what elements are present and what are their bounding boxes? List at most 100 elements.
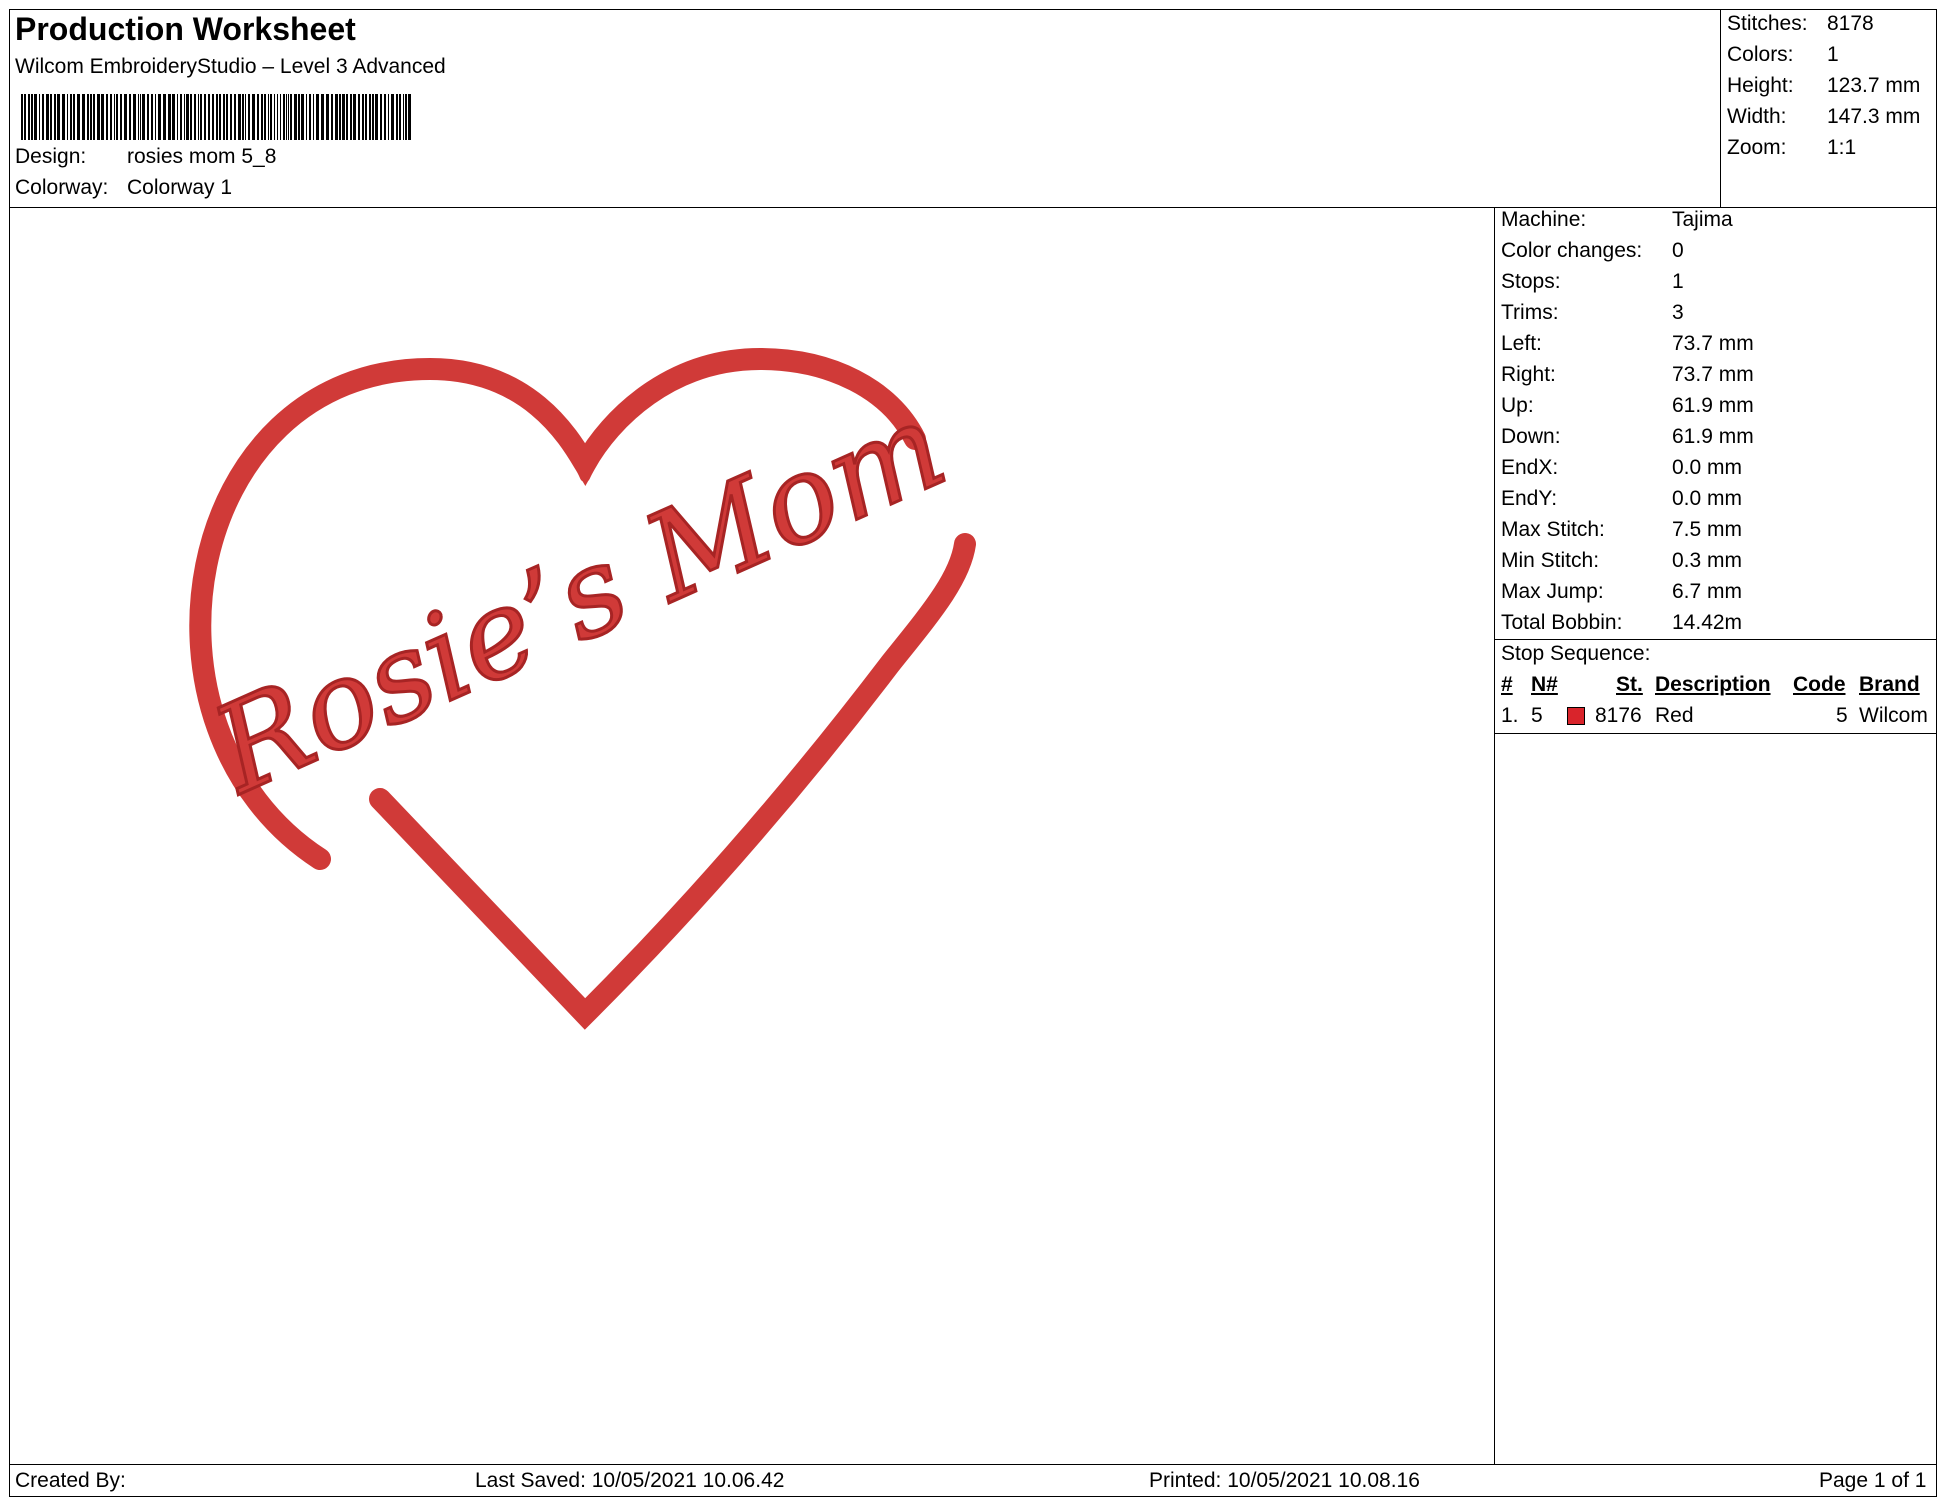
- barcode-bar: [151, 94, 153, 140]
- col-header-brand: Brand: [1859, 673, 1920, 696]
- barcode-bar: [309, 94, 311, 140]
- barcode-bar: [380, 94, 382, 140]
- barcode-bar: [288, 94, 289, 140]
- stop-sequence-divider: [1495, 639, 1937, 640]
- barcode-bar: [57, 94, 60, 140]
- barcode-bar: [264, 94, 266, 140]
- barcode-bar: [73, 94, 75, 140]
- barcode-bar: [208, 94, 210, 140]
- barcode-bar: [316, 94, 319, 140]
- summary-panel: Stitches: 8178 Colors: 1 Height: 123.7 mm W…: [1720, 9, 1937, 208]
- barcode-bar: [369, 94, 371, 140]
- colorway-row: Colorway: Colorway 1: [15, 176, 232, 200]
- worksheet-header: Production Worksheet Wilcom EmbroiderySt…: [9, 9, 1937, 208]
- col-header-code: Code: [1793, 673, 1846, 696]
- barcode-bar: [391, 94, 394, 140]
- barcode-bar: [142, 94, 145, 140]
- barcode-bar: [140, 94, 141, 140]
- barcode-bar: [101, 94, 104, 140]
- barcode-bar: [70, 94, 72, 140]
- barcode-bar: [54, 94, 56, 140]
- barcode-bar: [298, 94, 300, 140]
- design-row: Design: rosies mom 5_8: [15, 145, 276, 169]
- barcode-bar: [375, 94, 378, 140]
- barcode-bar: [129, 94, 131, 140]
- barcode-bar: [286, 94, 287, 140]
- barcode: [21, 94, 411, 140]
- barcode-bar: [245, 94, 246, 140]
- row-description: Red: [1655, 704, 1694, 727]
- last-saved: Last Saved: 10/05/2021 10.06.42: [475, 1469, 785, 1492]
- barcode-bar: [331, 94, 333, 140]
- col-header-description: Description: [1655, 673, 1771, 696]
- row-num: 1.: [1501, 704, 1519, 727]
- barcode-bar: [24, 94, 26, 140]
- barcode-bar: [408, 94, 411, 140]
- barcode-bar: [238, 94, 241, 140]
- barcode-bar: [326, 94, 329, 140]
- barcode-bar: [116, 94, 118, 140]
- barcode-bar: [21, 94, 23, 140]
- barcode-bar: [405, 94, 407, 140]
- barcode-bar: [219, 94, 221, 140]
- barcode-bar: [339, 94, 341, 140]
- row-stitches: 8176: [1595, 704, 1642, 727]
- barcode-bar: [138, 94, 139, 140]
- barcode-bar: [110, 94, 112, 140]
- barcode-bar: [93, 94, 95, 140]
- col-header-stitches: St.: [1616, 673, 1643, 696]
- barcode-bar: [216, 94, 218, 140]
- barcode-bar: [50, 94, 52, 140]
- barcode-bar: [42, 94, 44, 140]
- barcode-bar: [342, 94, 345, 140]
- barcode-bar: [46, 94, 49, 140]
- col-header-num: #: [1501, 673, 1513, 696]
- barcode-bar: [252, 94, 255, 140]
- design-value: rosies mom 5_8: [127, 145, 277, 168]
- software-name: Wilcom EmbroideryStudio – Level 3 Advanc…: [15, 55, 446, 78]
- barcode-bar: [39, 94, 40, 140]
- barcode-bar: [230, 94, 232, 140]
- col-header-needle: N#: [1531, 673, 1558, 696]
- barcode-bar: [172, 94, 175, 140]
- barcode-bar: [350, 94, 352, 140]
- barcode-bar: [62, 94, 65, 140]
- design-preview: Rosie’s Mom: [189, 347, 976, 1030]
- barcode-bar: [248, 94, 250, 140]
- barcode-bar: [184, 94, 185, 140]
- barcode-bar: [313, 94, 314, 140]
- barcode-bar: [346, 94, 348, 140]
- barcode-bar: [399, 94, 401, 140]
- barcode-bar: [294, 94, 297, 140]
- barcode-bar: [223, 94, 225, 140]
- row-brand: Wilcom: [1859, 704, 1928, 727]
- barcode-bar: [280, 94, 281, 140]
- barcode-bar: [388, 94, 389, 140]
- barcode-bar: [114, 94, 115, 140]
- colorway-value: Colorway 1: [127, 176, 233, 199]
- barcode-bar: [277, 94, 278, 140]
- barcode-bar: [198, 94, 199, 140]
- colorway-label: Colorway:: [15, 176, 109, 199]
- barcode-bar: [200, 94, 202, 140]
- barcode-bar: [372, 94, 374, 140]
- barcode-bar: [290, 94, 292, 140]
- barcode-bar: [124, 94, 127, 140]
- barcode-bar: [212, 94, 214, 140]
- worksheet-footer: Created By: Last Saved: 10/05/2021 10.06…: [9, 1464, 1937, 1497]
- barcode-bar: [261, 94, 263, 140]
- barcode-bar: [28, 94, 30, 140]
- barcode-bar: [365, 94, 367, 140]
- barcode-bar: [403, 94, 404, 140]
- barcode-bar: [67, 94, 68, 140]
- barcode-bar: [163, 94, 166, 140]
- barcode-bar: [177, 94, 178, 140]
- page-number: Page 1 of 1: [1819, 1469, 1927, 1492]
- barcode-bar: [321, 94, 324, 140]
- barcode-bar: [186, 94, 189, 140]
- barcode-bar: [90, 94, 92, 140]
- barcode-bar: [301, 94, 304, 140]
- barcode-bar: [155, 94, 156, 140]
- stop-sequence-bottom-line: [1495, 733, 1937, 734]
- barcode-bar: [106, 94, 108, 140]
